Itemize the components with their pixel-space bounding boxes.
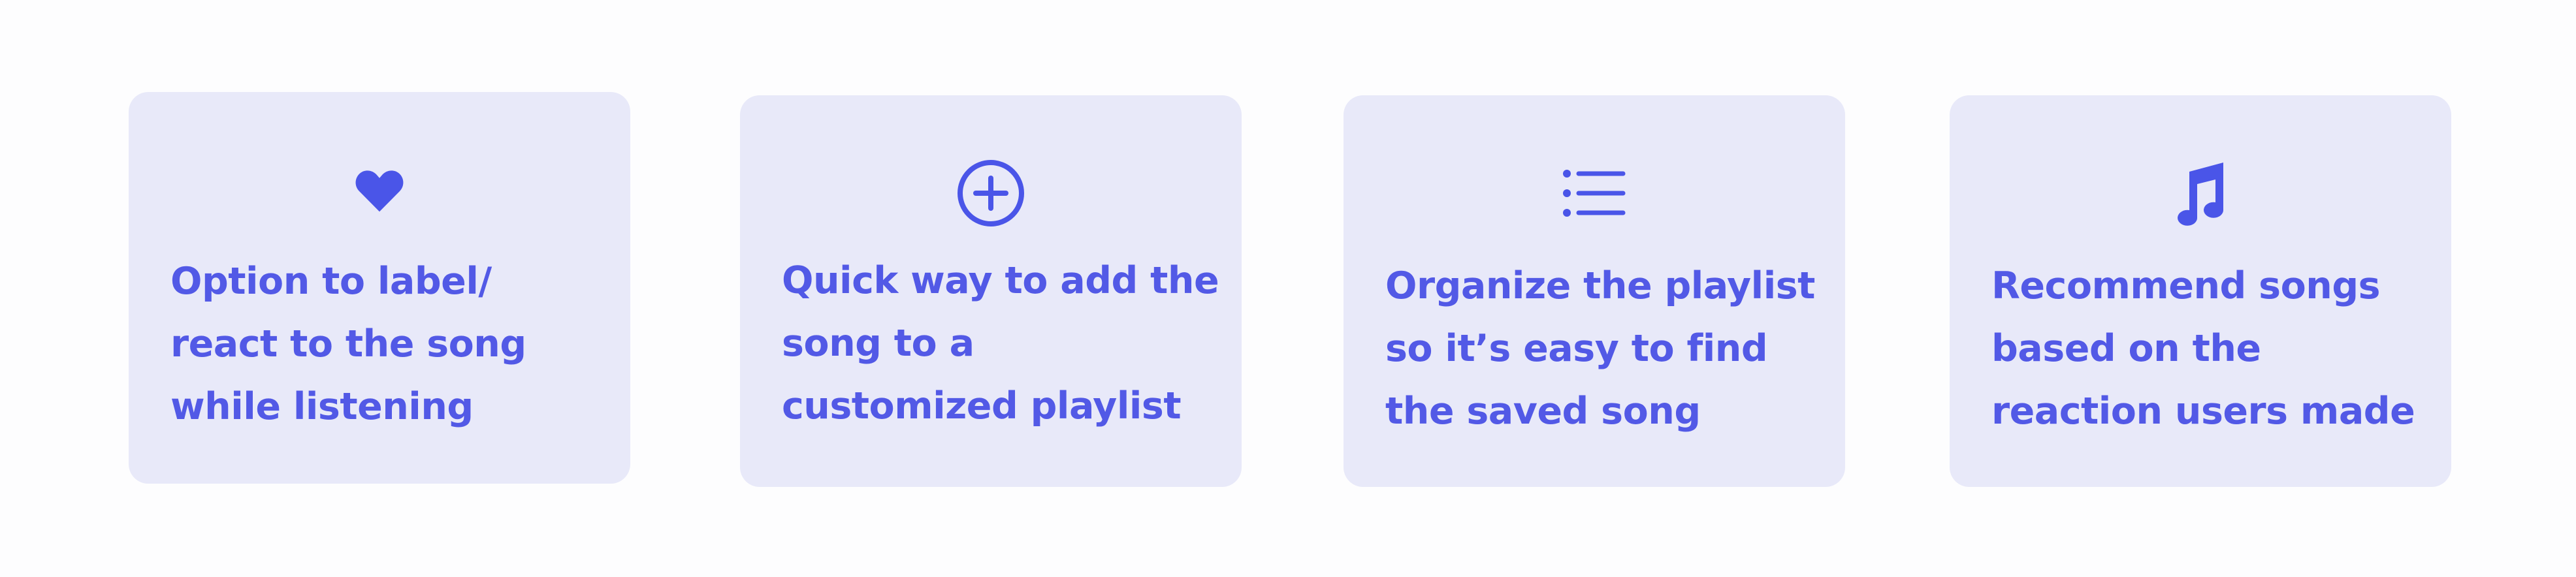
list-icon: [1344, 157, 1845, 229]
plus-circle-icon: [740, 157, 1242, 229]
feature-card-text: Option to label/ react to the song while…: [170, 260, 526, 428]
feature-card-recommend: Recommend songs based on the reaction us…: [1950, 95, 2451, 487]
heart-icon: [129, 154, 630, 226]
feature-card-react: Option to label/ react to the song while…: [129, 92, 630, 484]
feature-card-organize: Organize the playlist so it’s easy to fi…: [1344, 95, 1845, 487]
feature-card-text: Recommend songs based on the reaction us…: [1991, 264, 2415, 433]
feature-card-text: Quick way to add the song to a customize…: [782, 259, 1219, 428]
feature-card-add: Quick way to add the song to a customize…: [740, 95, 1242, 487]
feature-card-text: Organize the playlist so it’s easy to fi…: [1385, 264, 1815, 433]
music-note-icon: [1950, 157, 2451, 229]
